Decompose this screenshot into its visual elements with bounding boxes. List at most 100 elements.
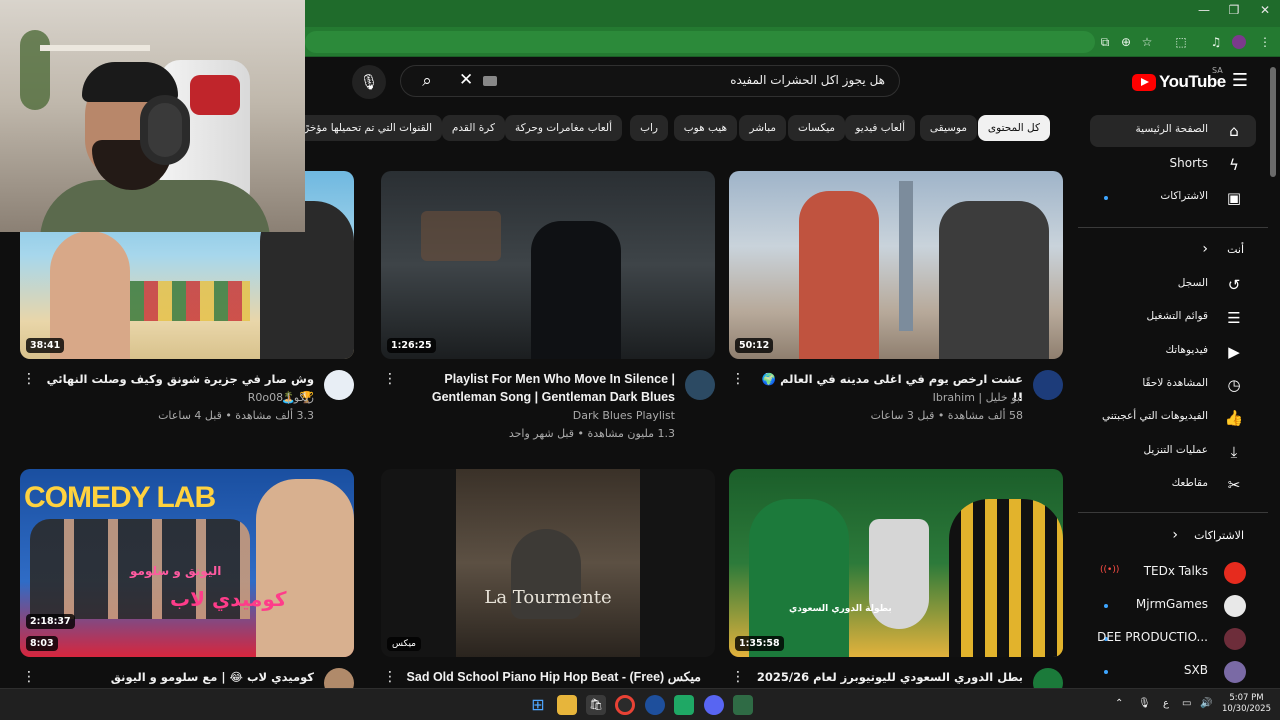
channel-avatar[interactable] bbox=[324, 370, 354, 400]
gaming-chair-accent bbox=[190, 75, 240, 115]
channel-avatar bbox=[1224, 628, 1246, 650]
chip-action-adventure[interactable]: ألعاب مغامرات وحركة bbox=[504, 115, 622, 141]
install-app-icon[interactable]: ⧉ bbox=[1096, 33, 1114, 51]
sidebar-item-downloads[interactable]: ⤓ عمليات التنزيل bbox=[1090, 436, 1256, 468]
chip-mixes[interactable]: ميكسات bbox=[787, 115, 845, 141]
more-actions-icon[interactable]: ⋮ bbox=[22, 669, 36, 685]
video-title[interactable]: بطل الدوري السعودي لليوتيوبرز لعام 2025/… bbox=[753, 668, 1023, 688]
video-card[interactable]: COMEDY LAB كوميدي لاب اليونق و سلومو 2:1… bbox=[20, 469, 354, 688]
sidebar-item-shorts[interactable]: ϟ Shorts bbox=[1090, 149, 1256, 181]
clock-date: 10/30/2025 bbox=[1222, 704, 1271, 714]
sidebar-item-subscriptions[interactable]: ▣ الاشتراكات bbox=[1090, 182, 1256, 214]
channel-avatar[interactable] bbox=[685, 370, 715, 400]
webcam-overlay bbox=[0, 0, 305, 232]
chip-all[interactable]: كل المحتوى bbox=[977, 115, 1050, 141]
network-icon[interactable]: ▭ bbox=[1182, 698, 1191, 709]
chip-gaming[interactable]: ألعاب فيديو bbox=[845, 115, 915, 141]
guide-menu-icon[interactable]: ☰ bbox=[1230, 71, 1250, 91]
chip-recently-uploaded[interactable]: القنوات التي تم تحميلها مؤخرًا bbox=[291, 115, 442, 141]
sidebar-item-history[interactable]: ↺ السجل bbox=[1090, 269, 1256, 301]
bookmark-star-icon[interactable]: ☆ bbox=[1138, 33, 1156, 51]
video-thumbnail[interactable]: بطولة الدوري السعودي 1:35:58 bbox=[729, 469, 1063, 657]
channel-avatar[interactable] bbox=[324, 668, 354, 688]
chip-hiphop[interactable]: هيب هوب bbox=[673, 115, 737, 141]
clear-search-icon[interactable]: ✕ bbox=[459, 70, 473, 90]
sidebar-sub-dee[interactable]: DEE PRODUCTIO... bbox=[1090, 623, 1256, 655]
sidebar-sub-sxb[interactable]: SXB bbox=[1090, 656, 1256, 688]
keyboard-icon[interactable] bbox=[483, 76, 497, 86]
store-icon[interactable]: 🛍 bbox=[586, 695, 606, 715]
more-actions-icon[interactable]: ⋮ bbox=[22, 371, 36, 387]
video-thumbnail[interactable]: 50:12 bbox=[729, 171, 1063, 359]
app-icon[interactable] bbox=[733, 695, 753, 715]
video-card[interactable]: La Tourmente ميكس Sad Old School Piano H… bbox=[381, 469, 715, 688]
sidebar-you-heading[interactable]: أنت › bbox=[1090, 239, 1256, 263]
chip-live[interactable]: مباشر bbox=[739, 115, 786, 141]
video-thumbnail[interactable]: COMEDY LAB كوميدي لاب اليونق و سلومو 2:1… bbox=[20, 469, 354, 657]
sidebar-item-your-videos[interactable]: ▶ فيديوهاتك bbox=[1090, 336, 1256, 368]
video-card[interactable]: 50:12 عشت ارخص يوم في اغلى مدينه في العا… bbox=[729, 171, 1063, 431]
sidebar-sub-mjrmgames[interactable]: MjrmGames bbox=[1090, 590, 1256, 622]
media-control-icon[interactable]: ♫ bbox=[1207, 33, 1225, 51]
sidebar-label: عمليات التنزيل bbox=[1143, 444, 1208, 456]
language-indicator[interactable]: ع bbox=[1163, 698, 1169, 709]
new-content-dot bbox=[1104, 604, 1108, 608]
chip-football[interactable]: كرة القدم bbox=[441, 115, 505, 141]
channel-name[interactable]: Dark Blues Playlist bbox=[573, 409, 675, 422]
restore-button[interactable]: ❐ bbox=[1219, 3, 1249, 17]
browser-menu-icon[interactable]: ⋮ bbox=[1256, 33, 1274, 51]
chip-rap[interactable]: راب bbox=[630, 115, 668, 141]
channel-name[interactable]: ابو خليل | Ibrahim bbox=[933, 391, 1023, 404]
more-actions-icon[interactable]: ⋮ bbox=[383, 669, 397, 685]
address-bar[interactable] bbox=[305, 31, 1095, 53]
file-explorer-icon[interactable] bbox=[557, 695, 577, 715]
search-input[interactable]: هل يجوز اكل الحشرات المفيده bbox=[730, 73, 885, 87]
youtube-logo[interactable]: YouTube SA bbox=[1132, 66, 1226, 93]
chrome-icon[interactable] bbox=[615, 695, 635, 715]
search-icon[interactable]: ⌕ bbox=[404, 66, 450, 96]
system-clock[interactable]: 5:07 PM 10/30/2025 bbox=[1222, 693, 1271, 715]
thumbnail-text: COMEDY LAB bbox=[24, 481, 216, 514]
channel-name[interactable]: ريكو | R0o08 bbox=[248, 391, 314, 404]
shorts-icon: ϟ bbox=[1229, 156, 1239, 174]
search-box[interactable]: ✕ هل يجوز اكل الحشرات المفيده bbox=[400, 65, 900, 97]
video-thumbnail[interactable]: 1:26:25 bbox=[381, 171, 715, 359]
chip-music[interactable]: موسيقى bbox=[919, 115, 977, 141]
discord-icon[interactable] bbox=[704, 695, 724, 715]
tray-overflow-icon[interactable]: ⌃ bbox=[1115, 698, 1123, 709]
video-thumbnail[interactable]: La Tourmente ميكس bbox=[381, 469, 715, 657]
sidebar-item-clips[interactable]: ✂ مقاطعك bbox=[1090, 469, 1256, 501]
channel-avatar[interactable] bbox=[1033, 668, 1063, 688]
video-card[interactable]: بطولة الدوري السعودي 1:35:58 بطل الدوري … bbox=[729, 469, 1063, 688]
clock-time: 5:07 PM bbox=[1229, 693, 1264, 703]
page-scrollbar[interactable] bbox=[1270, 67, 1276, 177]
app-icon[interactable] bbox=[645, 695, 665, 715]
sidebar-item-home[interactable]: ⌂ الصفحة الرئيسية bbox=[1090, 115, 1256, 147]
video-title[interactable]: Playlist For Men Who Move In Silence | G… bbox=[405, 370, 675, 406]
watch-later-icon: ◷ bbox=[1227, 376, 1241, 394]
profile-avatar[interactable] bbox=[1232, 35, 1246, 49]
channel-avatar[interactable] bbox=[1033, 370, 1063, 400]
voice-search-icon[interactable]: 🎙 bbox=[352, 65, 386, 99]
player-graphic bbox=[949, 499, 1063, 657]
video-title[interactable]: كوميدي لاب 😂 | مع سلومو و اليونق bbox=[44, 668, 314, 686]
minimize-button[interactable]: — bbox=[1189, 3, 1219, 17]
sidebar-item-playlists[interactable]: ☰ قوائم التشغيل bbox=[1090, 302, 1256, 334]
microphone-icon[interactable]: 🎙 bbox=[1138, 698, 1151, 709]
sidebar-item-watch-later[interactable]: ◷ المشاهدة لاحقًا bbox=[1090, 369, 1256, 401]
video-title[interactable]: Sad Old School Piano Hip Hop Beat - (Fre… bbox=[401, 668, 701, 686]
zoom-icon[interactable]: ⊕ bbox=[1117, 33, 1135, 51]
app-icon[interactable] bbox=[674, 695, 694, 715]
extensions-icon[interactable]: ⬚ bbox=[1172, 33, 1190, 51]
more-actions-icon[interactable]: ⋮ bbox=[383, 371, 397, 387]
start-icon[interactable]: ⊞ bbox=[528, 695, 548, 715]
sidebar-item-liked[interactable]: 👍 الفيديوهات التي أعجبتني bbox=[1090, 402, 1256, 434]
close-window-button[interactable]: ✕ bbox=[1250, 3, 1280, 17]
clips-icon: ✂ bbox=[1227, 476, 1241, 494]
more-actions-icon[interactable]: ⋮ bbox=[731, 669, 745, 685]
more-actions-icon[interactable]: ⋮ bbox=[731, 371, 745, 387]
video-card[interactable]: 1:26:25 Playlist For Men Who Move In Sil… bbox=[381, 171, 715, 461]
sidebar-subscriptions-heading[interactable]: الاشتراكات › bbox=[1090, 525, 1256, 549]
sidebar-sub-tedx[interactable]: ((•)) TEDx Talks bbox=[1090, 557, 1256, 589]
volume-icon[interactable]: 🔊 bbox=[1200, 698, 1212, 709]
